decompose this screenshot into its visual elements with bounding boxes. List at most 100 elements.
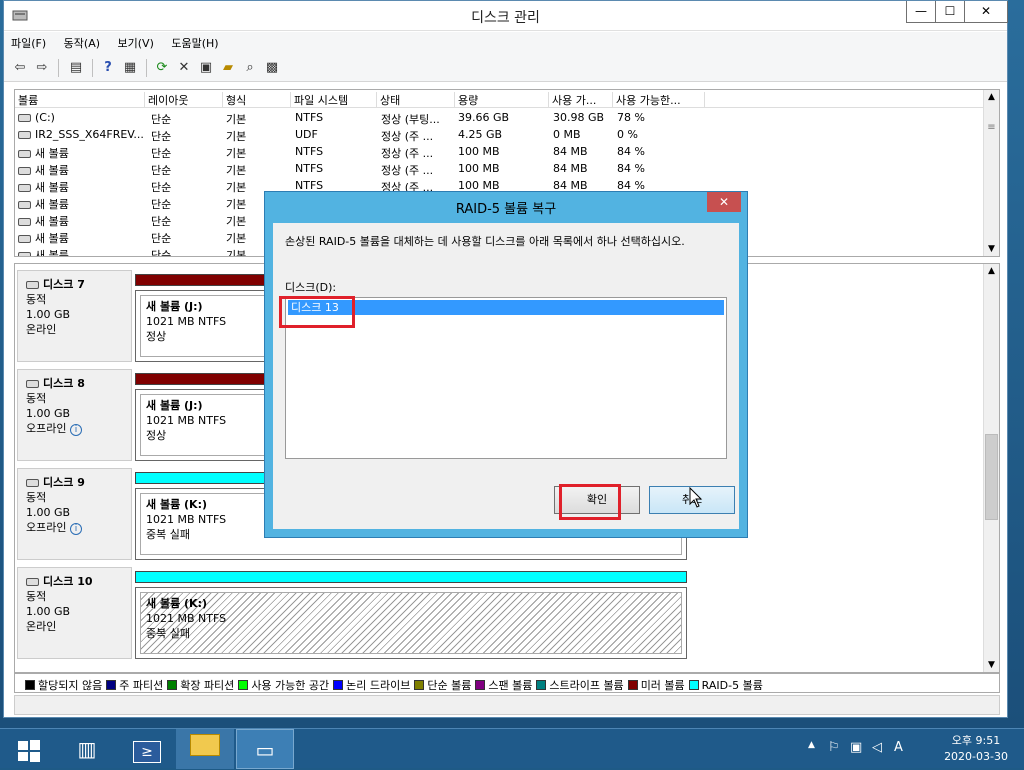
console-tree-icon[interactable]: ▤: [66, 58, 86, 78]
volume-list-header: 볼륨 레이아웃 형식 파일 시스템 상태 용량 사용 가... 사용 가능한..…: [15, 90, 985, 108]
col-layout[interactable]: 레이아웃: [145, 92, 223, 108]
partition-info: 새 볼륨 (K:) 1021 MB NTFS 중복 실패: [140, 592, 682, 654]
table-cell: 새 볼륨: [18, 247, 69, 257]
disk-type: 동적: [26, 293, 47, 306]
scroll-up-icon[interactable]: ▲: [984, 266, 999, 276]
disk-name: 디스크 7: [43, 278, 85, 291]
scroll-thumb[interactable]: [985, 434, 998, 520]
disk-size: 1.00 GB: [26, 308, 71, 321]
col-filesystem[interactable]: 파일 시스템: [291, 92, 377, 108]
start-button[interactable]: [0, 729, 58, 769]
dialog-title: RAID-5 볼륨 복구: [455, 202, 557, 217]
table-cell: 단순: [151, 113, 172, 126]
table-cell: 84 MB: [553, 162, 588, 175]
dialog-close-button[interactable]: ✕: [707, 192, 741, 212]
table-cell: 4.25 GB: [458, 128, 503, 141]
disk-label[interactable]: 디스크 7 동적 1.00 GB 온라인: [17, 270, 132, 362]
table-cell: 기본: [226, 181, 247, 194]
col-type[interactable]: 형식: [223, 92, 291, 108]
table-cell: 정상 (주 ...: [381, 147, 434, 160]
col-percent-free[interactable]: 사용 가능한...: [613, 92, 705, 108]
legend-swatch: [475, 680, 486, 690]
back-arrow-icon[interactable]: ⇦: [10, 58, 30, 78]
table-cell: 기본: [226, 113, 247, 126]
partition-block[interactable]: 새 볼륨 (K:) 1021 MB NTFS 중복 실패: [135, 587, 687, 659]
table-row[interactable]: IR2_SSS_X64FREV... 단순 기본 UDF 정상 (주 ... 4.25 G…: [15, 127, 985, 144]
scroll-up-icon[interactable]: ▲: [984, 92, 999, 102]
flag-icon[interactable]: ⚐: [828, 740, 840, 755]
col-free[interactable]: 사용 가...: [549, 92, 613, 108]
close-button[interactable]: ✕: [964, 1, 1008, 23]
col-volume[interactable]: 볼륨: [15, 92, 145, 108]
forward-arrow-icon[interactable]: ⇨: [32, 58, 52, 78]
network-icon[interactable]: ▣: [850, 740, 862, 755]
maximize-button[interactable]: ☐: [935, 1, 965, 23]
disk-icon: [26, 479, 39, 487]
disk-label[interactable]: 디스크 9 동적 1.00 GB 오프라인 i: [17, 468, 132, 560]
table-cell: 새 볼륨: [18, 162, 69, 178]
table-cell: NTFS: [295, 145, 324, 158]
properties-icon[interactable]: ▣: [196, 58, 216, 78]
table-cell: 기본: [226, 215, 247, 228]
raid5-repair-dialog: RAID-5 볼륨 복구 ✕ 손상된 RAID-5 볼륨을 대체하는 데 사용할…: [264, 191, 748, 538]
clock-date: 2020-03-30: [944, 750, 1008, 763]
disk-management-taskbar-icon[interactable]: ▭: [236, 729, 294, 769]
disk-size: 1.00 GB: [26, 407, 71, 420]
file-explorer-icon[interactable]: [176, 729, 234, 769]
menu-action[interactable]: 동작(A): [57, 32, 107, 54]
table-cell: 30.98 GB: [553, 111, 605, 124]
minimize-button[interactable]: —: [906, 1, 936, 23]
table-cell: 기본: [226, 147, 247, 160]
legend-label: 스트라이프 볼륨: [549, 679, 624, 692]
show-hidden-icons-icon[interactable]: ▲: [808, 740, 815, 750]
volume-name: 새 볼륨: [35, 164, 69, 177]
highlight-box-disk-item: [279, 296, 355, 328]
status-bar: [14, 695, 1000, 715]
col-capacity[interactable]: 용량: [455, 92, 549, 108]
volume-muted-icon[interactable]: ◁: [872, 740, 882, 755]
disk-pane-scrollbar[interactable]: ▲ ▼: [983, 264, 999, 672]
menu-file[interactable]: 파일(F): [4, 32, 53, 54]
scroll-down-icon[interactable]: ▼: [984, 660, 999, 670]
powershell-icon[interactable]: ≥: [118, 729, 176, 769]
col-status[interactable]: 상태: [377, 92, 455, 108]
table-cell: 새 볼륨: [18, 145, 69, 161]
table-cell: 기본: [226, 130, 247, 143]
table-cell: 단순: [151, 164, 172, 177]
help-icon[interactable]: ?: [98, 58, 118, 78]
scroll-grip-icon[interactable]: ≡: [984, 122, 999, 133]
disk-label[interactable]: 디스크 10 동적 1.00 GB 온라인: [17, 567, 132, 659]
table-cell: 새 볼륨: [18, 196, 69, 212]
table-row[interactable]: 새 볼륨 단순 기본 NTFS 정상 (주 ... 100 MB 84 MB 84 %: [15, 161, 985, 178]
disk-size: 1.00 GB: [26, 605, 71, 618]
properties-view-icon[interactable]: ▦: [120, 58, 140, 78]
disk-label[interactable]: 디스크 8 동적 1.00 GB 오프라인 i: [17, 369, 132, 461]
table-row[interactable]: 새 볼륨 단순 기본 NTFS 정상 (주 ... 100 MB 84 MB 84 %: [15, 144, 985, 161]
search-icon[interactable]: ⌕: [240, 58, 260, 78]
volume-name: 새 볼륨: [35, 215, 69, 228]
title-bar[interactable]: 디스크 관리 — ☐ ✕: [4, 1, 1008, 31]
clock[interactable]: 오후 9:51 2020-03-30: [944, 733, 1008, 765]
open-folder-icon[interactable]: ▰: [218, 58, 238, 78]
table-row[interactable]: (C:) 단순 기본 NTFS 정상 (부팅... 39.66 GB 30.98 GB 78 …: [15, 110, 985, 127]
volume-name: 새 볼륨: [35, 249, 69, 257]
volume-list-scrollbar[interactable]: ▲ ≡ ▼: [983, 90, 999, 256]
table-cell: 단순: [151, 249, 172, 257]
delete-icon[interactable]: ✕: [174, 58, 194, 78]
toolbar-separator: [92, 59, 93, 77]
disk-properties-icon[interactable]: ▩: [262, 58, 282, 78]
table-cell: NTFS: [295, 111, 324, 124]
scroll-down-icon[interactable]: ▼: [984, 244, 999, 254]
ime-indicator[interactable]: A: [894, 740, 903, 755]
drive-icon: [18, 131, 31, 139]
volume-name: 새 볼륨: [35, 181, 69, 194]
menu-view[interactable]: 보기(V): [111, 32, 161, 54]
refresh-icon[interactable]: ⟳: [152, 58, 172, 78]
disk-type: 동적: [26, 491, 47, 504]
partition-color-bar: [135, 571, 687, 583]
dialog-message: 손상된 RAID-5 볼륨을 대체하는 데 사용할 디스크를 아래 목록에서 하…: [285, 235, 685, 248]
taskbar: ▥ ≥ ▭ ▲ ⚐ ▣ ◁ A 오후 9:51 2020-03-30: [0, 728, 1024, 769]
server-manager-icon[interactable]: ▥: [58, 729, 116, 769]
menu-help[interactable]: 도움말(H): [164, 32, 225, 54]
volume-name: 새 볼륨: [35, 198, 69, 211]
